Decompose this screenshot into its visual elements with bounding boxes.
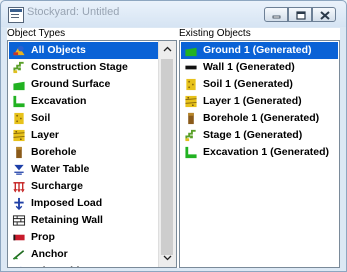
- existing-object-item-label: Layer 1 (Generated): [203, 95, 302, 107]
- window-client-area: Object Types Existing Objects All Object…: [7, 28, 340, 268]
- existing-object-item-label: Borehole 1 (Generated): [203, 112, 320, 124]
- object-type-item-label: Soil: [31, 112, 51, 124]
- app-window-icon: [8, 7, 24, 23]
- existing-object-item-layer-1-generated[interactable]: Layer 1 (Generated): [181, 93, 338, 110]
- stockyard-window: Stockyard: Untitled Object Types Existin…: [0, 0, 347, 272]
- existing-object-item-stage-1-generated[interactable]: Stage 1 (Generated): [181, 127, 338, 144]
- existing-object-item-ground-1-generated[interactable]: Ground 1 (Generated): [181, 42, 338, 59]
- object-type-item-imposed-load[interactable]: Imposed Load: [9, 195, 159, 212]
- soil-icon: [186, 78, 196, 91]
- object-type-item-retaining-wall[interactable]: Retaining Wall: [9, 212, 159, 229]
- layer-icon: [185, 95, 197, 108]
- minimize-button[interactable]: [264, 7, 288, 22]
- existing-object-item-label: Wall 1 (Generated): [203, 61, 295, 73]
- ground-surface-icon: [13, 81, 25, 91]
- construction-stage-icon: [13, 61, 24, 74]
- object-type-item-ground-surface[interactable]: Ground Surface: [9, 76, 159, 93]
- existing-objects-list[interactable]: Ground 1 (Generated) Wall 1 (Generated) So…: [179, 40, 340, 268]
- all-objects-icon: [13, 45, 25, 56]
- existing-object-item-wall-1-generated[interactable]: Wall 1 (Generated): [181, 59, 338, 76]
- close-icon: [320, 11, 330, 20]
- existing-object-item-label: Soil 1 (Generated): [203, 78, 293, 90]
- object-type-item-label: Other Object: [31, 265, 95, 267]
- scroll-up-button[interactable]: [159, 41, 176, 58]
- maximize-button[interactable]: [288, 7, 312, 22]
- minimize-icon: [272, 15, 281, 19]
- excavation-icon: [185, 146, 197, 159]
- layer-icon: [13, 129, 25, 142]
- object-type-item-layer[interactable]: Layer: [9, 127, 159, 144]
- ground-surface-icon: [185, 47, 197, 57]
- object-type-item-label: Retaining Wall: [31, 214, 103, 226]
- borehole-icon: [188, 112, 194, 125]
- chevron-up-icon: [163, 46, 172, 52]
- window-title: Stockyard: Untitled: [27, 6, 120, 18]
- scrollbar-thumb[interactable]: [161, 59, 173, 255]
- existing-object-item-soil-1-generated[interactable]: Soil 1 (Generated): [181, 76, 338, 93]
- retaining-wall-icon: [12, 215, 26, 226]
- existing-object-item-label: Excavation 1 (Generated): [203, 146, 330, 158]
- existing-object-item-label: Ground 1 (Generated): [203, 44, 312, 56]
- object-type-item-label: All Objects: [31, 44, 86, 56]
- close-button[interactable]: [312, 7, 336, 22]
- existing-object-item-label: Stage 1 (Generated): [203, 129, 303, 141]
- scroll-down-button[interactable]: [159, 250, 176, 267]
- anchor-icon: [12, 250, 25, 260]
- imposed-load-icon: [14, 197, 24, 210]
- existing-objects-header: Existing Objects: [179, 28, 340, 40]
- existing-object-item-excavation-1-generated[interactable]: Excavation 1 (Generated): [181, 144, 338, 161]
- object-type-item-soil[interactable]: Soil: [9, 110, 159, 127]
- object-type-item-label: Prop: [31, 231, 55, 243]
- object-type-item-label: Surcharge: [31, 180, 83, 192]
- title-bar[interactable]: Stockyard: Untitled: [1, 1, 346, 27]
- object-type-item-label: Excavation: [31, 95, 87, 107]
- object-type-item-surcharge[interactable]: Surcharge: [9, 178, 159, 195]
- wall-icon: [185, 65, 197, 70]
- water-table-icon: [14, 164, 24, 175]
- object-types-header: Object Types: [7, 28, 177, 40]
- object-type-item-borehole[interactable]: Borehole: [9, 144, 159, 161]
- prop-icon: [13, 234, 25, 241]
- object-types-scrollbar[interactable]: [158, 41, 176, 267]
- maximize-icon: [296, 11, 306, 20]
- chevron-down-icon: [163, 255, 172, 261]
- object-type-item-label: Imposed Load: [31, 197, 103, 209]
- existing-objects-items: Ground 1 (Generated) Wall 1 (Generated) So…: [181, 42, 338, 161]
- object-type-item-label: Water Table: [31, 163, 90, 175]
- object-type-item-label: Anchor: [31, 248, 68, 260]
- object-type-item-label: Borehole: [31, 146, 77, 158]
- soil-icon: [14, 112, 24, 125]
- construction-stage-icon: [185, 129, 196, 142]
- object-type-item-anchor[interactable]: Anchor: [9, 246, 159, 263]
- excavation-icon: [13, 95, 25, 108]
- object-type-item-construction-stage[interactable]: Construction Stage: [9, 59, 159, 76]
- borehole-icon: [16, 146, 22, 159]
- object-type-item-label: Ground Surface: [31, 78, 111, 90]
- object-type-item-water-table[interactable]: Water Table: [9, 161, 159, 178]
- surcharge-icon: [13, 182, 25, 193]
- object-types-items: All Objects Construction Stage Ground Surf…: [9, 42, 159, 267]
- object-type-item-excavation[interactable]: Excavation: [9, 93, 159, 110]
- object-type-item-label: Layer: [31, 129, 60, 141]
- object-types-list[interactable]: All Objects Construction Stage Ground Surf…: [7, 40, 177, 268]
- other-object-icon: [19, 266, 22, 267]
- object-type-item-other-object[interactable]: Other Object: [9, 263, 159, 267]
- object-type-item-prop[interactable]: Prop: [9, 229, 159, 246]
- object-type-item-all-objects[interactable]: All Objects: [9, 42, 159, 59]
- object-type-item-label: Construction Stage: [31, 61, 128, 73]
- existing-object-item-borehole-1-generated[interactable]: Borehole 1 (Generated): [181, 110, 338, 127]
